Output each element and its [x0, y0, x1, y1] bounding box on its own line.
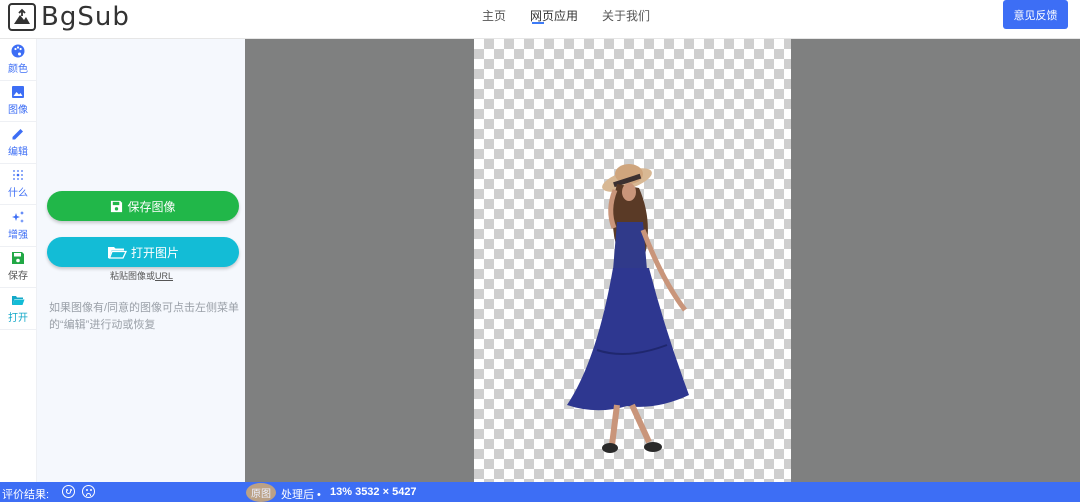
rail-label: 保存: [8, 271, 28, 283]
status-bar: 评价结果: 原图 处理后 • 13% 3532 × 5427: [0, 482, 1080, 502]
floppy-icon: [12, 252, 24, 265]
image-icon: [12, 86, 24, 99]
rail-label: 编辑: [8, 146, 28, 158]
rail-item-save[interactable]: 保存: [0, 247, 36, 288]
rail-label: 图像: [8, 105, 28, 117]
logo-text: BgSub: [41, 2, 130, 32]
main-nav: 主页 网页应用 关于我们: [482, 0, 674, 38]
rate-label: 评价结果:: [2, 489, 50, 501]
top-header: BgSub 主页 网页应用 关于我们 意见反馈: [0, 0, 1080, 39]
paste-hint: 粘贴图像或URL: [37, 269, 246, 282]
open-image-button[interactable]: 打开图片: [47, 237, 239, 267]
save-image-label: 保存图像: [127, 199, 176, 214]
paste-url-link[interactable]: URL: [155, 271, 173, 281]
rail-label: 打开: [8, 312, 28, 324]
editor-canvas[interactable]: [245, 39, 1080, 482]
logo-icon: [8, 3, 36, 31]
image-info: 13% 3532 × 5427: [330, 486, 417, 498]
sparkle-icon: [12, 210, 24, 223]
sad-face-icon[interactable]: [82, 485, 95, 498]
palette-icon: [11, 44, 25, 58]
rail-item-edit[interactable]: 编辑: [0, 122, 36, 164]
rail-label: 什么: [8, 188, 28, 200]
nav-about[interactable]: 关于我们: [602, 0, 650, 38]
nav-web-app[interactable]: 网页应用: [530, 0, 578, 38]
rail-label: 颜色: [8, 63, 28, 75]
rail-item-image[interactable]: 图像: [0, 81, 36, 122]
rail-item-blur[interactable]: 什么: [0, 164, 36, 205]
folder-open-icon: [107, 246, 127, 259]
rail-item-enhance[interactable]: 增强: [0, 205, 36, 247]
rail-item-open[interactable]: 打开: [0, 288, 36, 330]
original-toggle-button[interactable]: 原图: [246, 483, 276, 502]
cutout-subject-image: [567, 164, 689, 453]
folder-open-icon: [12, 295, 25, 305]
feedback-button[interactable]: 意见反馈: [1003, 0, 1068, 29]
pencil-icon: [12, 128, 23, 140]
rail-item-color[interactable]: 颜色: [0, 39, 36, 81]
floppy-icon: [111, 200, 123, 212]
save-image-button[interactable]: 保存图像: [47, 191, 239, 221]
rail-label: 增强: [8, 229, 28, 241]
open-image-label: 打开图片: [130, 245, 179, 260]
tool-rail: 颜色 图像 编辑 什么 增强 保存 打开: [0, 39, 36, 482]
paste-hint-prefix: 粘贴图像或: [109, 271, 155, 281]
panel-note: 如果图像有/同意的图像可点击左侧菜单的“编辑”进行动或恢复: [49, 302, 240, 331]
blur-icon: [13, 170, 23, 181]
logo[interactable]: BgSub: [8, 2, 130, 32]
nav-home[interactable]: 主页: [482, 0, 506, 38]
side-panel: 保存图像 打开图片 粘贴图像或URL 如果图像有/同意的图像可点击左侧菜单的“编…: [36, 39, 245, 482]
processed-label[interactable]: 处理后 •: [281, 486, 321, 502]
happy-face-icon[interactable]: [62, 485, 75, 498]
